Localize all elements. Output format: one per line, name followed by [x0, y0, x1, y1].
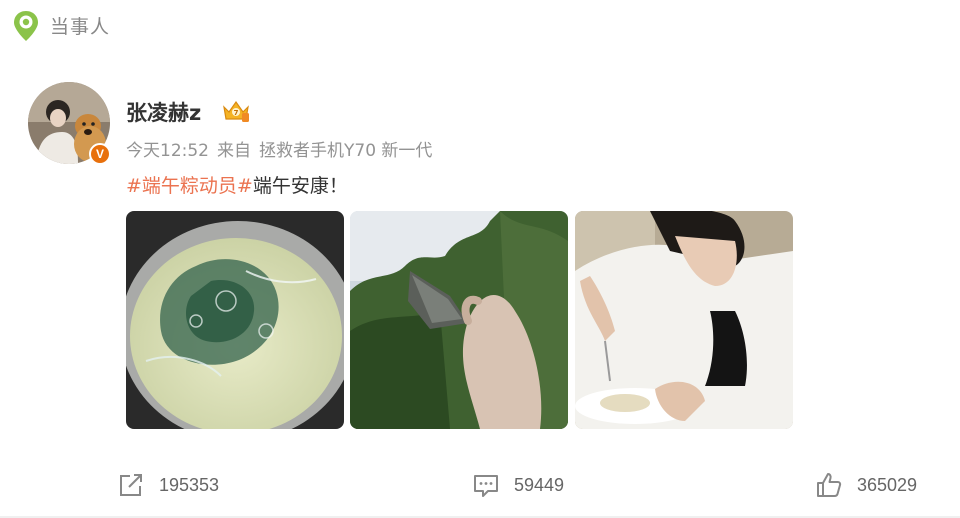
svg-text:7: 7	[234, 109, 239, 117]
repost-count: 195353	[159, 474, 220, 495]
hashtag-link[interactable]: #端午粽动员#	[126, 175, 253, 197]
comment-icon	[474, 475, 498, 497]
like-button[interactable]: 365029	[815, 470, 917, 500]
username[interactable]: 张凌赫z	[126, 97, 201, 127]
comment-button[interactable]: 59449	[472, 470, 564, 500]
thumbs-up-icon	[817, 473, 842, 497]
post-image-2[interactable]	[350, 211, 568, 429]
verified-badge: V	[89, 143, 111, 165]
repost-button[interactable]: 195353	[117, 470, 219, 500]
location-pin-icon	[14, 11, 38, 41]
post-meta: 今天12:52 来自 拯救者手机Y70 新一代	[126, 136, 440, 161]
source-prefix: 来自	[217, 141, 251, 161]
post-body: 端午安康！	[252, 175, 348, 197]
crown-member-icon[interactable]: 7	[220, 98, 252, 124]
post-time[interactable]: 今天12:52	[126, 141, 209, 161]
repost-icon	[120, 474, 142, 496]
post-text: #端午粽动员#端午安康！	[126, 171, 348, 198]
post-image-3[interactable]	[575, 211, 793, 429]
source-device: 拯救者手机Y70 新一代	[259, 141, 433, 161]
comment-count: 59449	[514, 474, 565, 495]
top-bar: 当事人	[0, 0, 960, 50]
post-image-1[interactable]	[126, 211, 344, 429]
page-title: 当事人	[50, 16, 111, 38]
like-count: 365029	[857, 474, 918, 495]
